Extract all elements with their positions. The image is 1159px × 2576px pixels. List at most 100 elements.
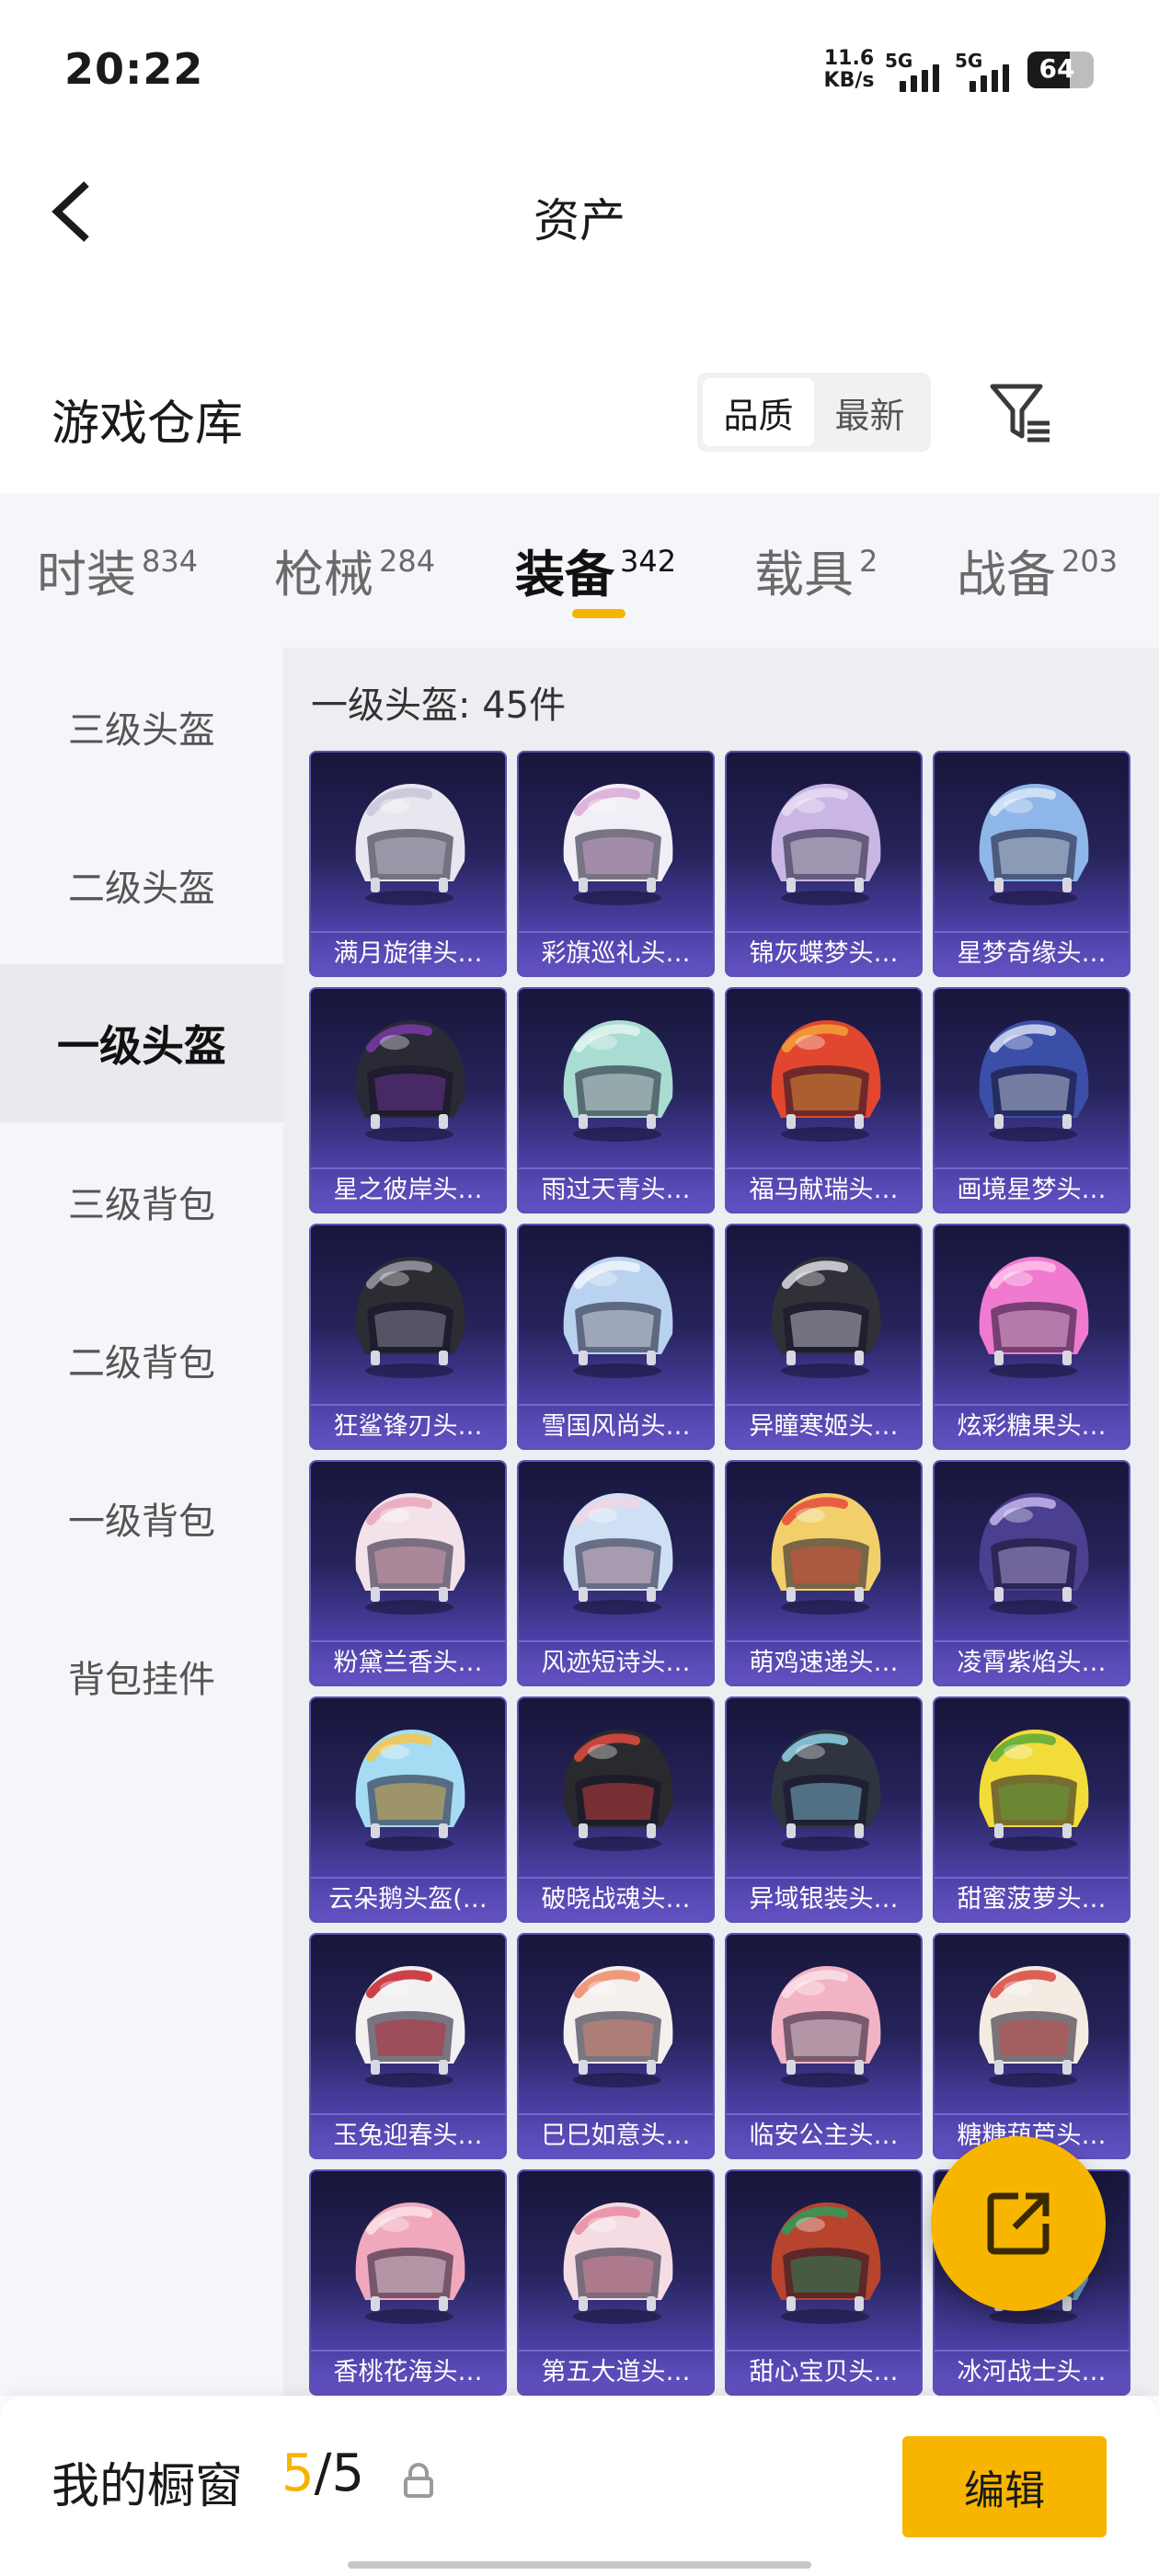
helmet-icon (563, 1966, 673, 2087)
sidebar-item-level2-backpack[interactable]: 二级背包 (0, 1281, 283, 1439)
item-card[interactable]: 香桃花海头… (309, 2169, 507, 2396)
filter-button[interactable] (989, 381, 1053, 445)
item-card[interactable]: 糖糖葫芦头… (933, 1933, 1130, 2159)
item-card-label: 临安公主头… (727, 2113, 921, 2157)
item-card-label: 甜心宝贝头… (727, 2350, 921, 2394)
item-card[interactable]: 星之彼岸头… (309, 987, 507, 1213)
item-card[interactable]: 第五大道头… (517, 2169, 715, 2396)
item-card[interactable]: 雪国风尚头… (517, 1224, 715, 1450)
item-card-label: 冰河战士头… (935, 2350, 1129, 2394)
share-button[interactable] (931, 2136, 1106, 2311)
tab-supplies[interactable]: 战备 203 (957, 534, 1118, 606)
helmet-icon (355, 784, 465, 905)
status-time: 20:22 (64, 44, 204, 94)
item-card[interactable]: 满月旋律头… (309, 751, 507, 977)
item-card[interactable]: 锦灰蝶梦头… (725, 751, 923, 977)
tab-vehicles[interactable]: 载具 2 (754, 534, 878, 606)
item-card[interactable]: 异域银装头… (725, 1696, 923, 1923)
item-card-label: 锦灰蝶梦头… (727, 931, 921, 975)
network-speed: 11.6 KB/s (817, 48, 881, 92)
helmet-icon (979, 1966, 1089, 2087)
item-card[interactable]: 星梦奇缘头… (933, 751, 1130, 977)
helmet-icon (771, 784, 881, 905)
item-card[interactable]: 巳巳如意头… (517, 1933, 715, 2159)
sidebar-item-backpack-charm[interactable]: 背包挂件 (0, 1597, 283, 1755)
item-card[interactable]: 萌鸡速递头… (725, 1460, 923, 1686)
home-indicator[interactable] (348, 2561, 811, 2569)
sidebar-item-level1-helmet[interactable]: 一级头盔 (0, 964, 283, 1122)
item-card-label: 香桃花海头… (311, 2350, 505, 2394)
item-card-label: 星梦奇缘头… (935, 931, 1129, 975)
showcase-bar: 我的橱窗 5/5 编辑 (0, 2396, 1159, 2576)
item-card-label: 炫彩糖果头… (935, 1404, 1129, 1448)
item-card-label: 画境星梦头… (935, 1167, 1129, 1212)
helmet-icon (979, 1730, 1089, 1851)
sort-newest-button[interactable]: 最新 (814, 378, 925, 446)
subcategory-sidebar: 三级头盔 二级头盔 一级头盔 三级背包 二级背包 一级背包 背包挂件 (0, 648, 283, 2396)
helmet-icon (563, 2202, 673, 2324)
item-card[interactable]: 临安公主头… (725, 1933, 923, 2159)
tab-weapons[interactable]: 枪械 284 (274, 534, 435, 606)
item-card[interactable]: 彩旗巡礼头… (517, 751, 715, 977)
item-card[interactable]: 甜心宝贝头… (725, 2169, 923, 2396)
item-card[interactable]: 雨过天青头… (517, 987, 715, 1213)
item-card[interactable]: 破晓战魂头… (517, 1696, 715, 1923)
sidebar-item-level1-backpack[interactable]: 一级背包 (0, 1439, 283, 1597)
sort-toggle: 品质 最新 (697, 373, 931, 452)
item-card-label: 满月旋律头… (311, 931, 505, 975)
signal-strength-icon: 5G (955, 50, 1021, 92)
item-card-label: 异域银装头… (727, 1877, 921, 1921)
helmet-icon (355, 1730, 465, 1851)
item-card[interactable]: 甜蜜菠萝头… (933, 1696, 1130, 1923)
item-card-label: 雨过天青头… (519, 1167, 713, 1212)
item-card-label: 风迹短诗头… (519, 1640, 713, 1685)
item-card[interactable]: 凌霄紫焰头… (933, 1460, 1130, 1686)
tab-count: 2 (859, 544, 878, 579)
edit-button[interactable]: 编辑 (902, 2436, 1107, 2537)
item-card-label: 破晓战魂头… (519, 1877, 713, 1921)
item-card[interactable]: 异瞳寒姬头… (725, 1224, 923, 1450)
item-card-label: 玉兔迎春头… (311, 2113, 505, 2157)
helmet-icon (771, 1020, 881, 1142)
item-card[interactable]: 粉黛兰香头… (309, 1460, 507, 1686)
item-card[interactable]: 炫彩糖果头… (933, 1224, 1130, 1450)
helmet-icon (979, 1020, 1089, 1142)
tab-label: 装备 (515, 546, 614, 604)
tab-count: 284 (379, 544, 436, 579)
tab-label: 载具 (754, 546, 854, 604)
item-card[interactable]: 福马献瑞头… (725, 987, 923, 1213)
lock-icon (404, 2463, 433, 2498)
tab-label: 时装 (37, 546, 136, 604)
item-card-label: 云朵鹅头盔(… (311, 1877, 505, 1921)
helmet-icon (771, 1730, 881, 1851)
item-card-label: 凌霄紫焰头… (935, 1640, 1129, 1685)
helmet-icon (355, 1257, 465, 1378)
signal-strength-icon: 5G (885, 50, 951, 92)
showcase-title: 我的橱窗 (52, 2459, 244, 2514)
helmet-icon (355, 1493, 465, 1615)
item-card[interactable]: 画境星梦头… (933, 987, 1130, 1213)
network-speed-unit: KB/s (823, 69, 875, 92)
sidebar-item-level3-helmet[interactable]: 三级头盔 (0, 648, 283, 806)
sort-quality-button[interactable]: 品质 (703, 378, 814, 446)
status-bar: 20:22 11.6 KB/s 5G 5G 64 (0, 0, 1159, 138)
item-card[interactable]: 玉兔迎春头… (309, 1933, 507, 2159)
sidebar-item-level3-backpack[interactable]: 三级背包 (0, 1122, 283, 1281)
share-icon (987, 2192, 1050, 2255)
item-card-label: 星之彼岸头… (311, 1167, 505, 1212)
tab-fashion[interactable]: 时装 834 (37, 534, 198, 606)
helmet-icon (563, 1730, 673, 1851)
item-card[interactable]: 云朵鹅头盔(… (309, 1696, 507, 1923)
helmet-icon (355, 2202, 465, 2324)
category-tabs: 时装 834 枪械 284 装备 342 载具 2 战备 203 (0, 493, 1159, 648)
helmet-icon (563, 1493, 673, 1615)
helmet-icon (563, 1257, 673, 1378)
helmet-icon (355, 1020, 465, 1142)
sidebar-item-level2-helmet[interactable]: 二级头盔 (0, 806, 283, 964)
item-card-label: 第五大道头… (519, 2350, 713, 2394)
item-card[interactable]: 风迹短诗头… (517, 1460, 715, 1686)
showcase-count-current: 5 (281, 2444, 315, 2503)
item-card[interactable]: 狂鲨锋刃头… (309, 1224, 507, 1450)
helmet-icon (771, 2202, 881, 2324)
tab-equipment[interactable]: 装备 342 (515, 534, 676, 606)
